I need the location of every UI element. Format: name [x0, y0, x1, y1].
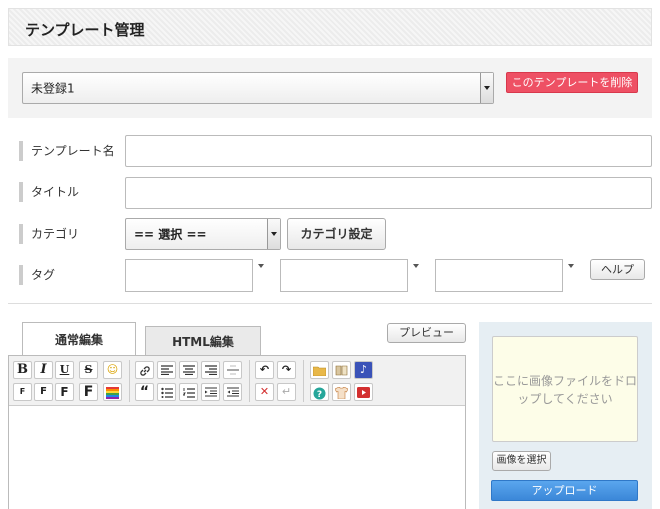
chevron-down-icon[interactable] — [565, 260, 577, 274]
category-select-value: == 選択 == — [134, 227, 207, 242]
template-name-label: テンプレート名 — [19, 141, 115, 161]
category-settings-button[interactable]: カテゴリ設定 — [287, 218, 386, 250]
font-size-l-button[interactable]: F — [79, 383, 98, 401]
svg-text:?: ? — [317, 390, 322, 400]
align-center-icon[interactable] — [179, 361, 198, 379]
align-right-icon[interactable] — [201, 361, 220, 379]
category-label: カテゴリ — [19, 224, 79, 244]
tag-input-2[interactable] — [280, 259, 408, 292]
align-left-icon[interactable] — [157, 361, 176, 379]
youtube-icon[interactable] — [354, 383, 373, 401]
numbered-list-icon[interactable] — [179, 383, 198, 401]
tag-input-1[interactable] — [125, 259, 253, 292]
bold-button[interactable]: B — [13, 361, 32, 379]
font-size-xs-button[interactable]: F — [13, 383, 32, 401]
select-image-button[interactable]: 画像を選択 — [492, 451, 551, 471]
bullet-list-icon[interactable] — [157, 383, 176, 401]
toolbar-separator — [303, 360, 304, 402]
chevron-down-icon[interactable] — [410, 260, 422, 274]
font-size-m-button[interactable]: F — [55, 383, 74, 401]
font-size-s-button[interactable]: F — [34, 383, 53, 401]
tab-html-edit[interactable]: HTML編集 — [145, 326, 261, 356]
chevron-down-icon[interactable] — [255, 260, 267, 274]
help-button[interactable]: ヘルプ — [590, 259, 645, 280]
editor-body[interactable] — [9, 407, 465, 509]
category-select[interactable]: == 選択 == — [125, 218, 281, 250]
folder-icon[interactable] — [310, 361, 329, 379]
toolbar-separator — [129, 360, 130, 402]
indent-icon[interactable] — [201, 383, 220, 401]
music-icon[interactable]: ♪ — [354, 361, 373, 379]
tag-label: タグ — [19, 265, 55, 285]
template-select[interactable]: 未登録1 — [22, 72, 494, 104]
underline-button[interactable]: U — [55, 361, 74, 379]
template-name-input[interactable] — [125, 135, 652, 167]
text-color-icon[interactable] — [103, 383, 122, 401]
link-icon[interactable] — [135, 361, 154, 379]
chevron-down-icon[interactable] — [267, 219, 280, 249]
title-label: タイトル — [19, 182, 79, 202]
italic-button[interactable]: I — [34, 361, 53, 379]
redo-icon[interactable]: ↷ — [277, 361, 296, 379]
tab-normal-edit[interactable]: 通常編集 — [22, 322, 136, 356]
section-divider — [8, 303, 652, 304]
rich-text-editor[interactable]: B I U S ☺ ↶ ↷ ♪ F F F F “ ✕ ↵ ? — [8, 355, 466, 509]
editor-toolbar: B I U S ☺ ↶ ↷ ♪ F F F F “ ✕ ↵ ? — [9, 356, 465, 406]
image-drop-zone[interactable]: ここに画像ファイルをドロップしてください — [492, 336, 638, 442]
remove-format-icon[interactable]: ✕ — [255, 383, 274, 401]
title-input[interactable] — [125, 177, 652, 209]
strikethrough-button[interactable]: S — [79, 361, 98, 379]
help-circle-icon[interactable]: ? — [310, 383, 329, 401]
chevron-down-icon[interactable] — [480, 73, 493, 103]
line-break-icon[interactable]: ↵ — [277, 383, 296, 401]
upload-button[interactable]: アップロード — [491, 480, 638, 501]
template-select-value: 未登録1 — [31, 81, 75, 96]
shirt-icon[interactable] — [332, 383, 351, 401]
blockquote-icon[interactable]: “ — [135, 383, 154, 401]
delete-template-button[interactable]: このテンプレートを削除 — [506, 72, 638, 93]
book-icon[interactable] — [332, 361, 351, 379]
tag-input-3[interactable] — [435, 259, 563, 292]
horizontal-rule-icon[interactable] — [223, 361, 242, 379]
toolbar-separator — [249, 360, 250, 402]
outdent-icon[interactable] — [223, 383, 242, 401]
page-title: テンプレート管理 — [25, 21, 145, 39]
undo-icon[interactable]: ↶ — [255, 361, 274, 379]
page-header: テンプレート管理 — [8, 8, 652, 46]
emoji-icon[interactable]: ☺ — [103, 361, 122, 379]
preview-button[interactable]: プレビュー — [387, 323, 466, 343]
